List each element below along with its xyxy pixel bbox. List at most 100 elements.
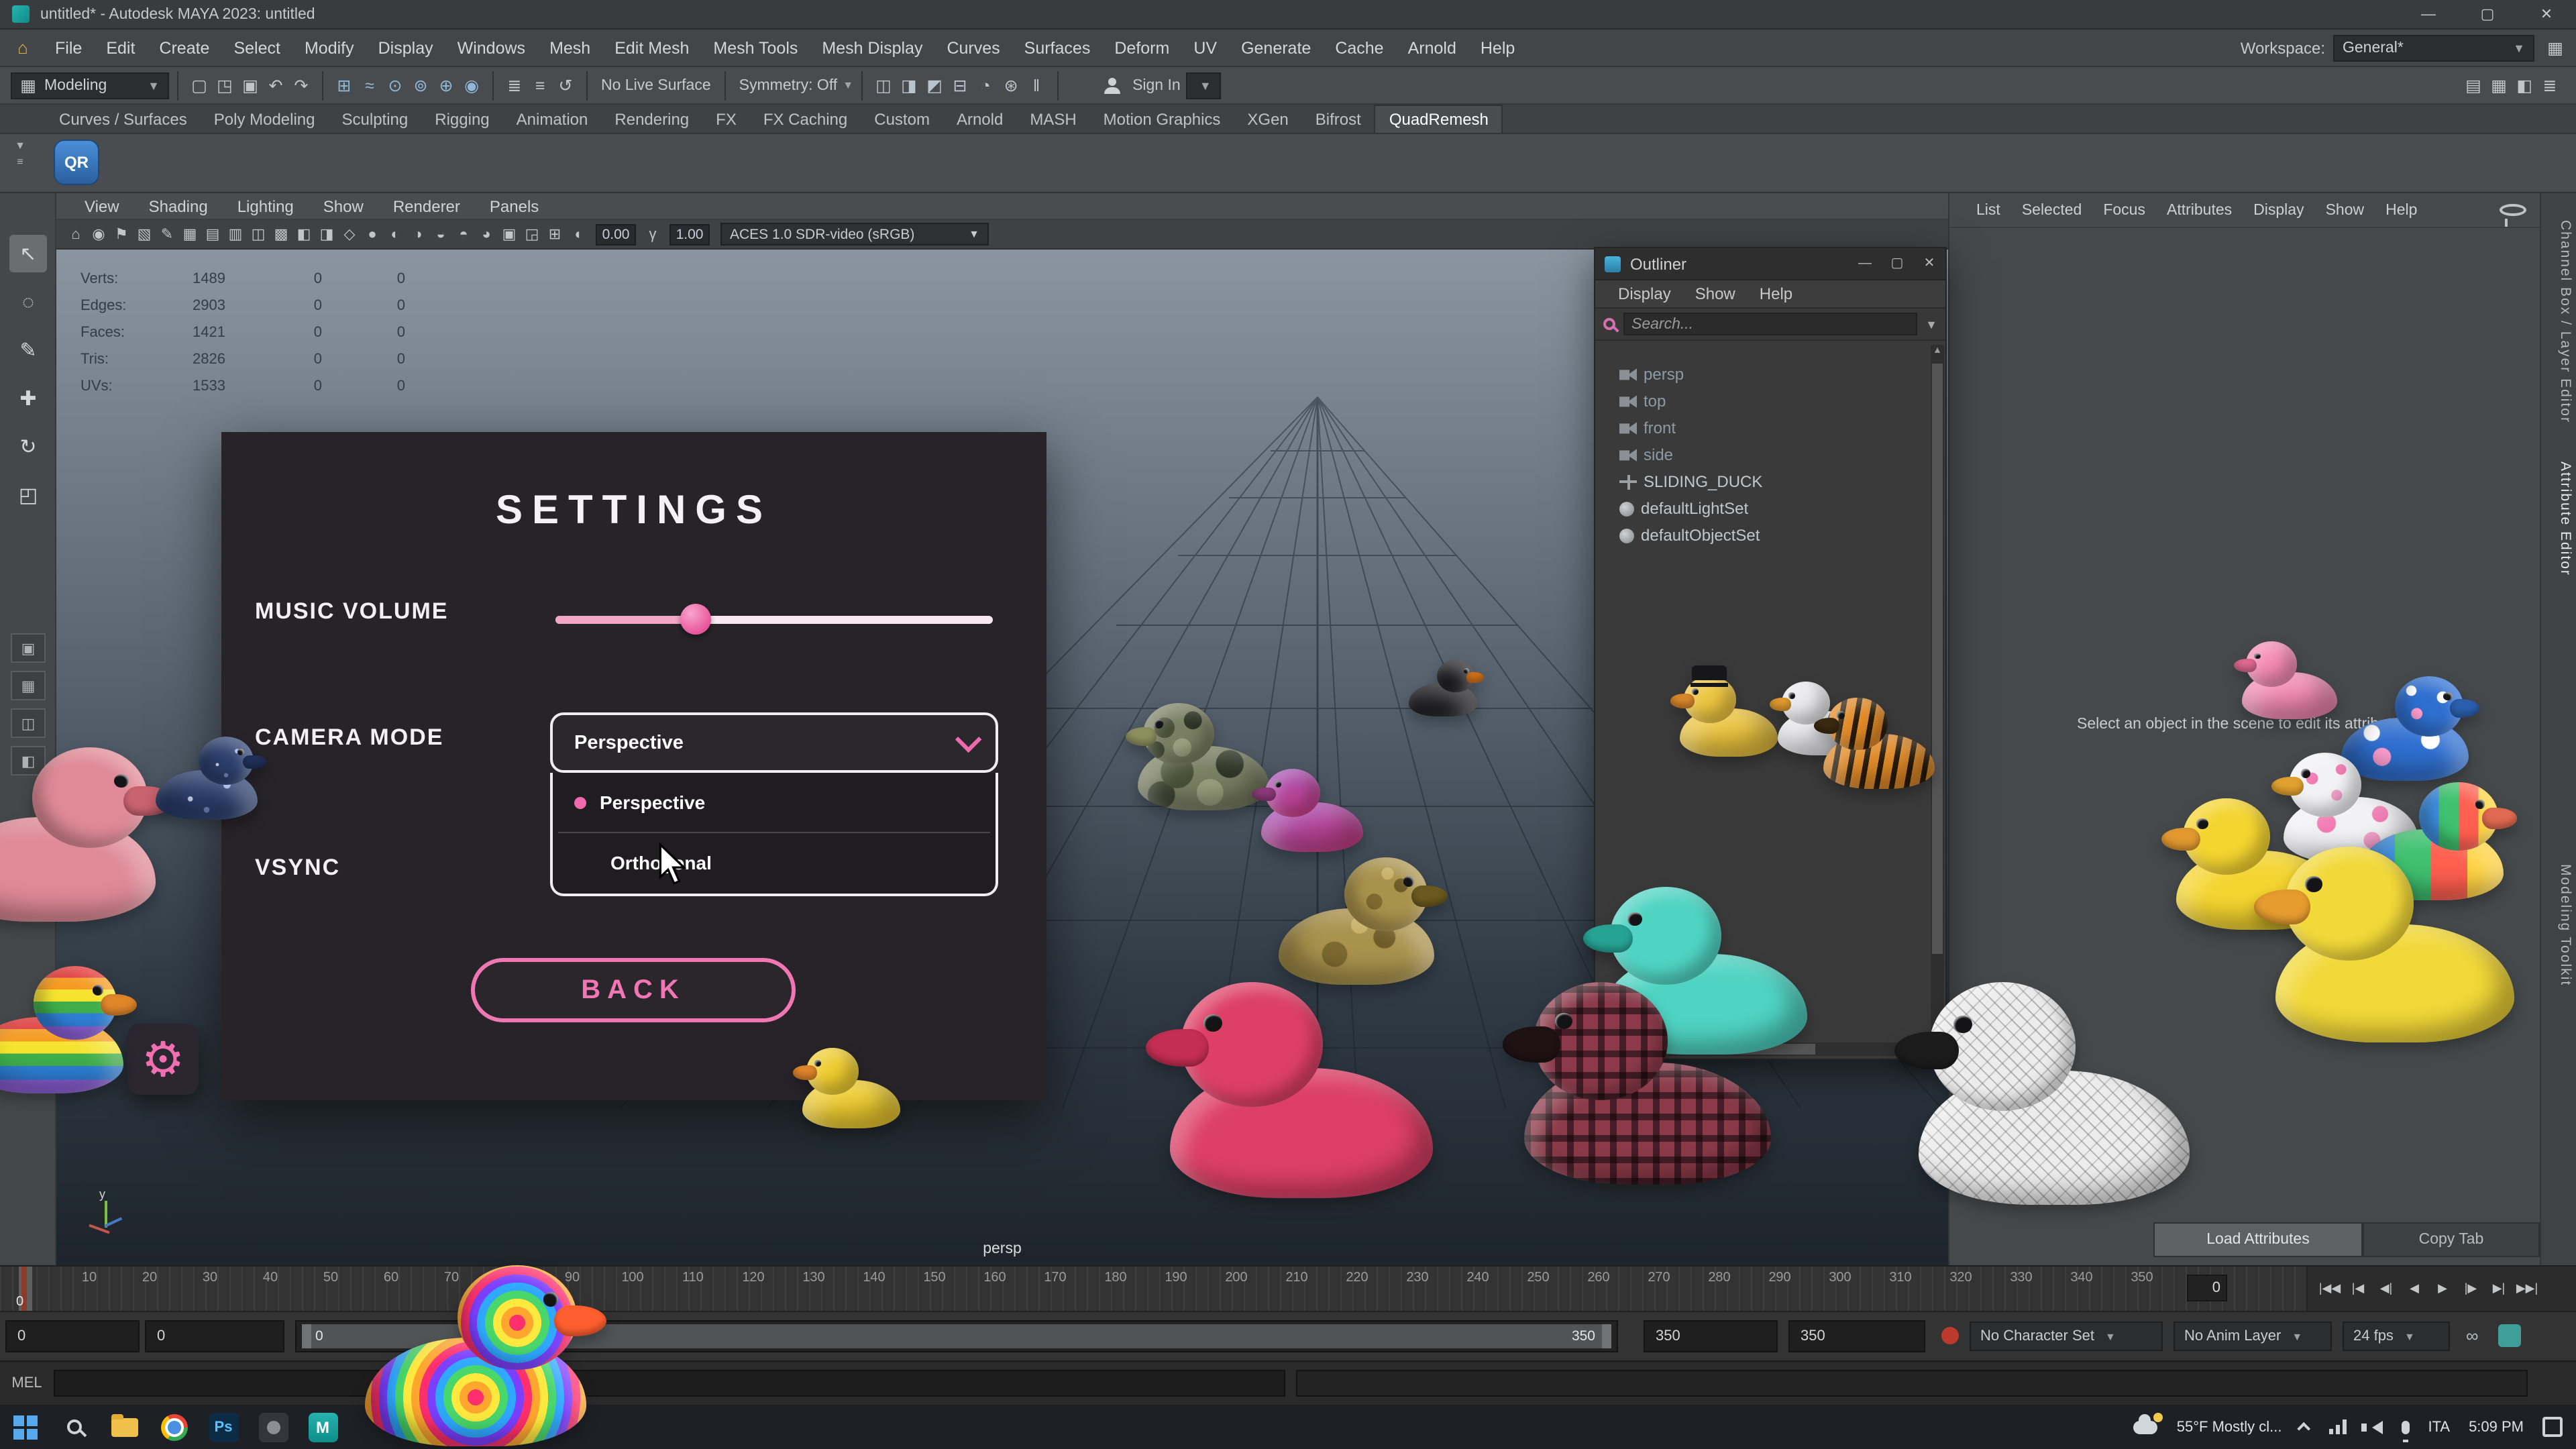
step-back-key-button[interactable]: ◀| xyxy=(2372,1272,2400,1304)
outliner-menu-item[interactable]: Help xyxy=(1748,284,1805,303)
move-tool-icon[interactable]: ✚ xyxy=(9,380,47,417)
scroll-down-icon[interactable]: ▼ xyxy=(1931,1026,1944,1040)
outliner-title-bar[interactable]: Outliner — ▢ ✕ xyxy=(1595,248,1945,280)
shelf-tab[interactable]: Motion Graphics xyxy=(1090,105,1234,132)
lighting-icon[interactable]: ◑ xyxy=(407,221,429,248)
back-button[interactable]: BACK xyxy=(471,958,796,1022)
notification-center-icon[interactable] xyxy=(2542,1417,2563,1437)
layout-outliner-icon[interactable]: ◧ xyxy=(11,746,46,775)
settings-gear-icon[interactable]: ⚙ xyxy=(127,1024,199,1095)
start-button[interactable] xyxy=(0,1405,50,1449)
outliner-item[interactable]: top xyxy=(1595,388,1929,415)
redo-icon[interactable]: ↷ xyxy=(288,72,314,99)
sign-in-label[interactable]: Sign In xyxy=(1127,77,1186,93)
snap-to-grids-icon[interactable]: ⊞ xyxy=(331,72,357,99)
menu-item[interactable]: Generate xyxy=(1229,29,1323,66)
step-fwd-key-button[interactable]: |▶ xyxy=(2457,1272,2485,1304)
save-scene-icon[interactable]: ▣ xyxy=(237,72,263,99)
playback-end-field[interactable]: 350 xyxy=(1644,1320,1778,1352)
go-to-end-button[interactable]: ▶▶| xyxy=(2513,1272,2541,1304)
film-gate-icon[interactable]: ▤ xyxy=(201,221,224,248)
pin-icon[interactable] xyxy=(2500,204,2526,216)
menu-item[interactable]: Mesh Display xyxy=(810,29,934,66)
playback-range-bar[interactable]: 0 350 xyxy=(295,1320,1618,1352)
character-set-selector[interactable]: No Character Set▼ xyxy=(1970,1322,2163,1351)
animation-end-field[interactable]: 350 xyxy=(1788,1320,1925,1352)
camera-mode-dropdown[interactable]: Perspective xyxy=(550,712,998,773)
shelf-tab[interactable]: FX Caching xyxy=(750,105,861,132)
menu-item[interactable]: Create xyxy=(147,29,221,66)
render-sequence-icon[interactable]: ⊟ xyxy=(947,72,973,99)
outliner-item[interactable]: persp xyxy=(1595,361,1929,388)
multisample-icon[interactable]: ▣ xyxy=(498,221,521,248)
shelf-tab[interactable]: Rendering xyxy=(601,105,702,132)
open-scene-icon[interactable]: ◳ xyxy=(212,72,237,99)
animation-start-field[interactable]: 0 xyxy=(5,1320,140,1352)
workspace-selector[interactable]: General*▼ xyxy=(2333,34,2534,61)
outliner-item[interactable]: front xyxy=(1595,415,1929,441)
menu-item[interactable]: Select xyxy=(221,29,292,66)
gamma-field[interactable]: 1.00 xyxy=(669,223,710,245)
go-to-start-button[interactable]: |◀◀ xyxy=(2316,1272,2344,1304)
menu-item[interactable]: Edit Mesh xyxy=(602,29,701,66)
menu-item[interactable]: Mesh xyxy=(537,29,602,66)
maya-taskbar-button[interactable]: M xyxy=(298,1405,347,1449)
exposure-icon[interactable]: ◐ xyxy=(568,221,590,248)
photoshop-button[interactable]: Ps xyxy=(199,1405,248,1449)
render-current-frame-icon[interactable]: ◨ xyxy=(896,72,922,99)
panel-menu-item[interactable]: Lighting xyxy=(223,197,309,215)
scale-tool-icon[interactable]: ◰ xyxy=(9,476,47,514)
scroll-up-icon[interactable]: ▲ xyxy=(1931,345,1944,358)
panel-menu-item[interactable]: Renderer xyxy=(378,197,475,215)
link-icon[interactable]: ∞ xyxy=(2466,1326,2479,1346)
file-explorer-button[interactable] xyxy=(99,1405,149,1449)
frame-ruler[interactable]: 1020304050607080901001101201301401501601… xyxy=(0,1267,2308,1312)
option-orthogonal[interactable]: Orthogonal xyxy=(553,833,996,892)
symmetry-selector[interactable]: Symmetry: Off xyxy=(734,77,843,93)
safe-action-icon[interactable]: ◧ xyxy=(292,221,315,248)
minimize-button[interactable]: — xyxy=(2399,0,2458,29)
snap-to-points-icon[interactable]: ⊙ xyxy=(382,72,408,99)
field-chart-icon[interactable]: ▩ xyxy=(270,221,292,248)
outliner-item[interactable]: defaultObjectSet xyxy=(1595,522,1929,549)
sign-in-dropdown[interactable]: ▼ xyxy=(1186,72,1221,99)
hidden-icons-chevron[interactable] xyxy=(2297,1422,2310,1436)
undo-icon[interactable]: ↶ xyxy=(263,72,288,99)
color-space-selector[interactable]: ACES 1.0 SDR-video (sRGB)▼ xyxy=(720,223,989,246)
range-end-handle[interactable] xyxy=(1602,1324,1611,1348)
menu-item[interactable]: Display xyxy=(366,29,445,66)
bookmark-icon[interactable]: ⚑ xyxy=(110,221,133,248)
load-attributes-button[interactable]: Load Attributes xyxy=(2153,1222,2363,1257)
shelf-tab[interactable]: Curves / Surfaces xyxy=(46,105,201,132)
screen-ao-icon[interactable]: ◓ xyxy=(452,221,475,248)
ipr-render-icon[interactable]: ◩ xyxy=(922,72,947,99)
outliner-menu-item[interactable]: Display xyxy=(1606,284,1683,303)
attribute-editor-icon[interactable]: ◧ xyxy=(2512,72,2537,99)
snap-to-view-planes-icon[interactable]: ⊕ xyxy=(433,72,459,99)
auto-keyframe-toggle-icon[interactable] xyxy=(2498,1324,2521,1347)
menu-set-selector[interactable]: ▦ Modeling▼ xyxy=(11,72,169,99)
option-perspective[interactable]: Perspective xyxy=(553,773,996,832)
horizontal-scrollbar[interactable] xyxy=(1598,1042,1927,1056)
copy-tab-button[interactable]: Copy Tab xyxy=(2363,1222,2540,1257)
new-scene-icon[interactable]: ▢ xyxy=(186,72,212,99)
close-button[interactable]: ✕ xyxy=(2517,0,2576,29)
menu-item[interactable]: Cache xyxy=(1323,29,1395,66)
menu-item[interactable]: Mesh Tools xyxy=(701,29,810,66)
attribute-editor-menu-item[interactable]: Selected xyxy=(2011,202,2093,218)
network-icon[interactable] xyxy=(2328,1419,2346,1434)
menu-item[interactable]: Deform xyxy=(1102,29,1181,66)
select-tool-icon[interactable]: ↖ xyxy=(9,235,47,272)
image-plane-icon[interactable]: ▧ xyxy=(133,221,156,248)
shelf-tab[interactable]: XGen xyxy=(1234,105,1301,132)
taskbar-search-button[interactable] xyxy=(50,1405,99,1449)
gamma-icon[interactable]: γ xyxy=(641,221,664,248)
scrollbar-thumb[interactable] xyxy=(1932,364,1943,954)
menu-item[interactable]: UV xyxy=(1181,29,1229,66)
play-backwards-button[interactable]: ◀ xyxy=(2400,1272,2428,1304)
attribute-editor-menu-item[interactable]: Focus xyxy=(2092,202,2156,218)
gate-mask-icon[interactable]: ◫ xyxy=(247,221,270,248)
shelf-tab[interactable]: MASH xyxy=(1016,105,1089,132)
microphone-icon[interactable] xyxy=(2401,1420,2409,1434)
resolution-gate-icon[interactable]: ▥ xyxy=(224,221,247,248)
